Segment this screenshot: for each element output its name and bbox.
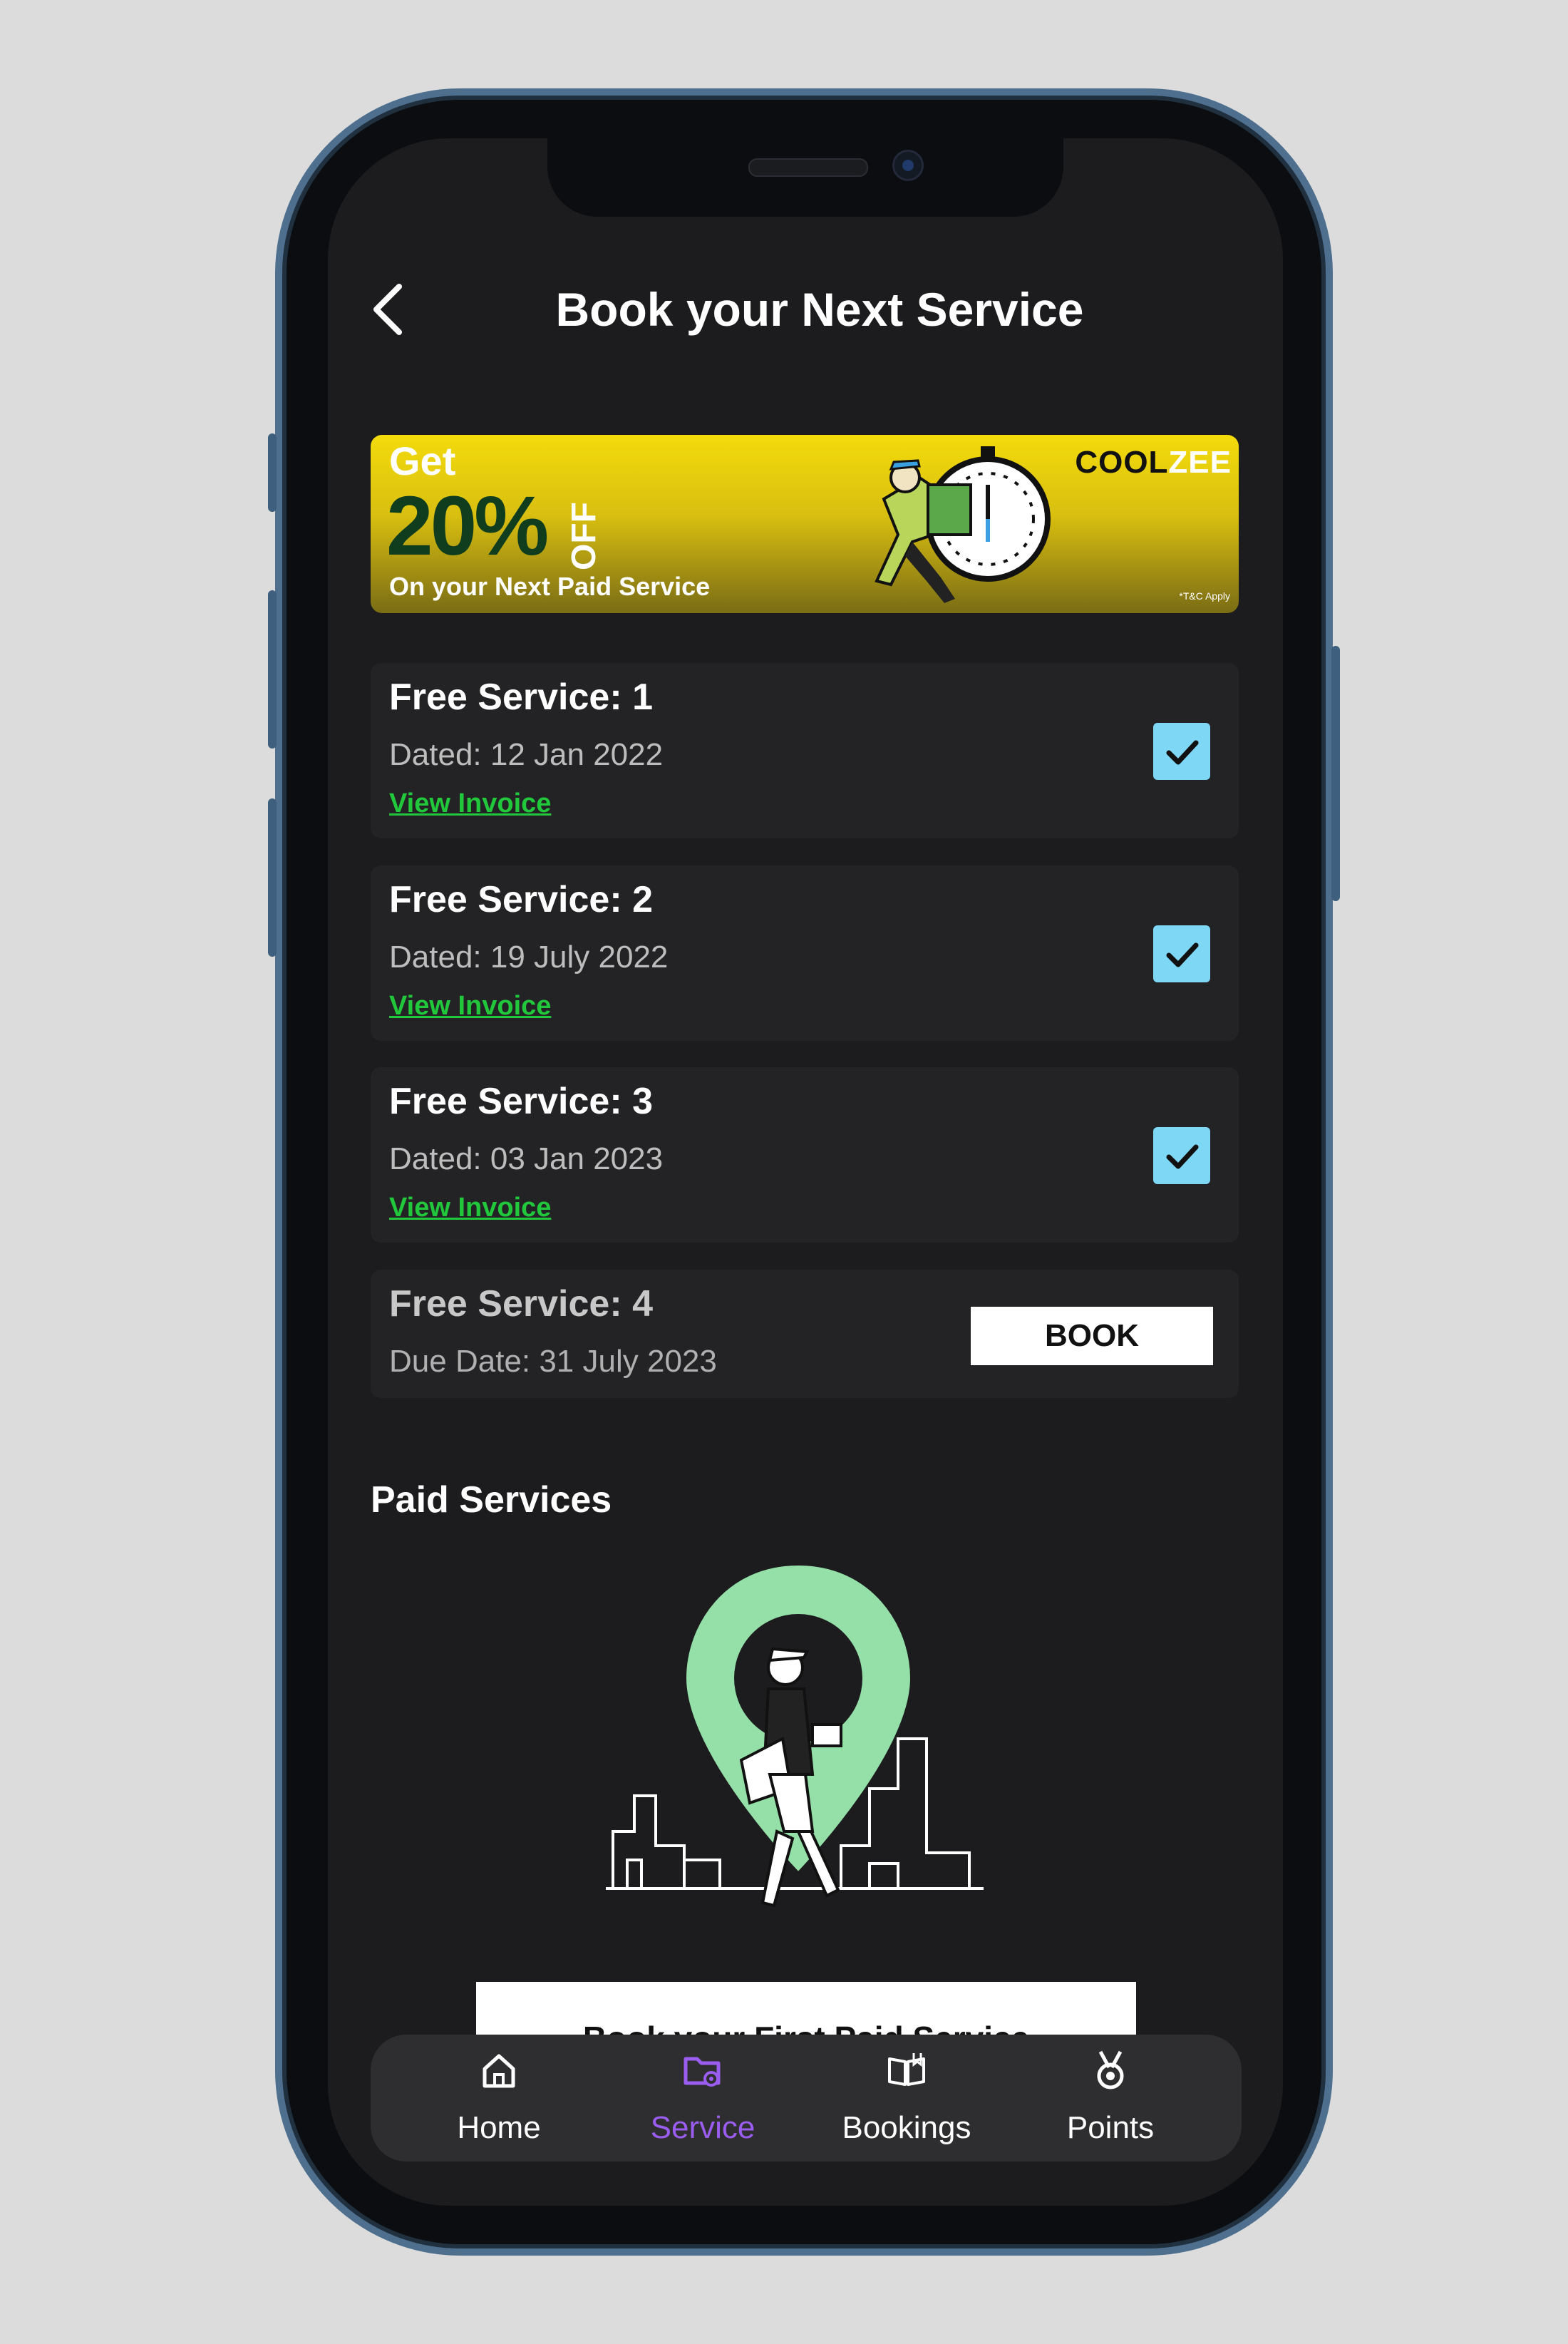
service-date: Dated: 12 Jan 2022 xyxy=(389,737,664,772)
medal-icon xyxy=(1097,2050,1124,2089)
service-due-date: Due Date: 31 July 2023 xyxy=(389,1344,717,1379)
tab-label: Points xyxy=(1066,2110,1155,2145)
chevron-left-icon xyxy=(373,284,402,335)
speaker-grille xyxy=(748,158,868,177)
volume-up-button xyxy=(268,590,277,749)
checkmark-icon xyxy=(1166,1144,1199,1169)
back-button[interactable] xyxy=(363,281,421,338)
view-invoice-link[interactable]: View Invoice xyxy=(389,991,551,1022)
cta-label: Book your First Paid Service xyxy=(476,2019,1136,2035)
service-completed-checkbox[interactable] xyxy=(1153,925,1210,982)
service-card-upcoming: Free Service: 4 Due Date: 31 July 2023 B… xyxy=(371,1270,1239,1398)
view-invoice-link[interactable]: View Invoice xyxy=(389,1193,551,1223)
book-button[interactable]: BOOK xyxy=(971,1307,1213,1365)
service-date: Dated: 03 Jan 2023 xyxy=(389,1141,664,1176)
notch xyxy=(547,138,1063,217)
service-title: Free Service: 3 xyxy=(389,1081,654,1122)
tab-home[interactable]: Home xyxy=(406,2035,592,2161)
service-card: Free Service: 1 Dated: 12 Jan 2022 View … xyxy=(371,663,1239,838)
service-title: Free Service: 4 xyxy=(389,1283,654,1325)
promo-banner[interactable]: Get 20% OFF On your Next Paid Service CO… xyxy=(371,435,1239,613)
tab-bookings[interactable]: Bookings xyxy=(814,2035,999,2161)
service-date: Dated: 19 July 2022 xyxy=(389,940,669,975)
service-completed-checkbox[interactable] xyxy=(1153,723,1210,780)
banner-off-text: OFF xyxy=(565,502,603,570)
service-card: Free Service: 2 Dated: 19 July 2022 View… xyxy=(371,865,1239,1041)
page-title: Book your Next Service xyxy=(555,283,1084,336)
checkmark-icon xyxy=(1166,740,1199,765)
tab-label: Home xyxy=(457,2110,541,2145)
location-courier-illustration xyxy=(606,1561,984,1908)
device-frame: Book your Next Service Get 20% OFF On yo… xyxy=(0,0,1568,2344)
book-first-paid-service-button[interactable]: Book your First Paid Service xyxy=(476,1982,1136,2035)
app-screen: Book your Next Service Get 20% OFF On yo… xyxy=(328,138,1283,2206)
terms-text: *T&C Apply xyxy=(1179,590,1230,602)
banner-subtitle: On your Next Paid Service xyxy=(389,572,711,601)
tab-label: Service xyxy=(650,2110,755,2145)
volume-down-button xyxy=(268,798,277,957)
brand-logo: COOLZEE xyxy=(1075,445,1232,480)
tab-service[interactable]: Service xyxy=(610,2035,795,2161)
power-button xyxy=(1331,646,1340,901)
top-bar: Book your Next Service xyxy=(328,267,1283,352)
checkmark-icon xyxy=(1166,942,1199,967)
service-card: Free Service: 3 Dated: 03 Jan 2023 View … xyxy=(371,1067,1239,1243)
service-title: Free Service: 1 xyxy=(389,677,654,718)
silent-switch xyxy=(268,433,277,512)
delivery-stopwatch-illustration xyxy=(875,446,1051,603)
view-invoice-link[interactable]: View Invoice xyxy=(389,788,551,819)
banner-percent: 20% xyxy=(386,479,549,573)
service-completed-checkbox[interactable] xyxy=(1153,1127,1210,1184)
tab-points[interactable]: Points xyxy=(1018,2035,1203,2161)
service-title: Free Service: 2 xyxy=(389,879,654,920)
bottom-tab-bar: Home Service Bookings Points xyxy=(371,2035,1242,2161)
paid-services-heading: Paid Services xyxy=(371,1479,612,1521)
home-icon xyxy=(483,2054,515,2088)
tab-label: Bookings xyxy=(842,2110,971,2145)
folder-gear-icon xyxy=(684,2057,721,2087)
front-camera xyxy=(892,150,924,181)
book-open-icon xyxy=(888,2053,925,2086)
